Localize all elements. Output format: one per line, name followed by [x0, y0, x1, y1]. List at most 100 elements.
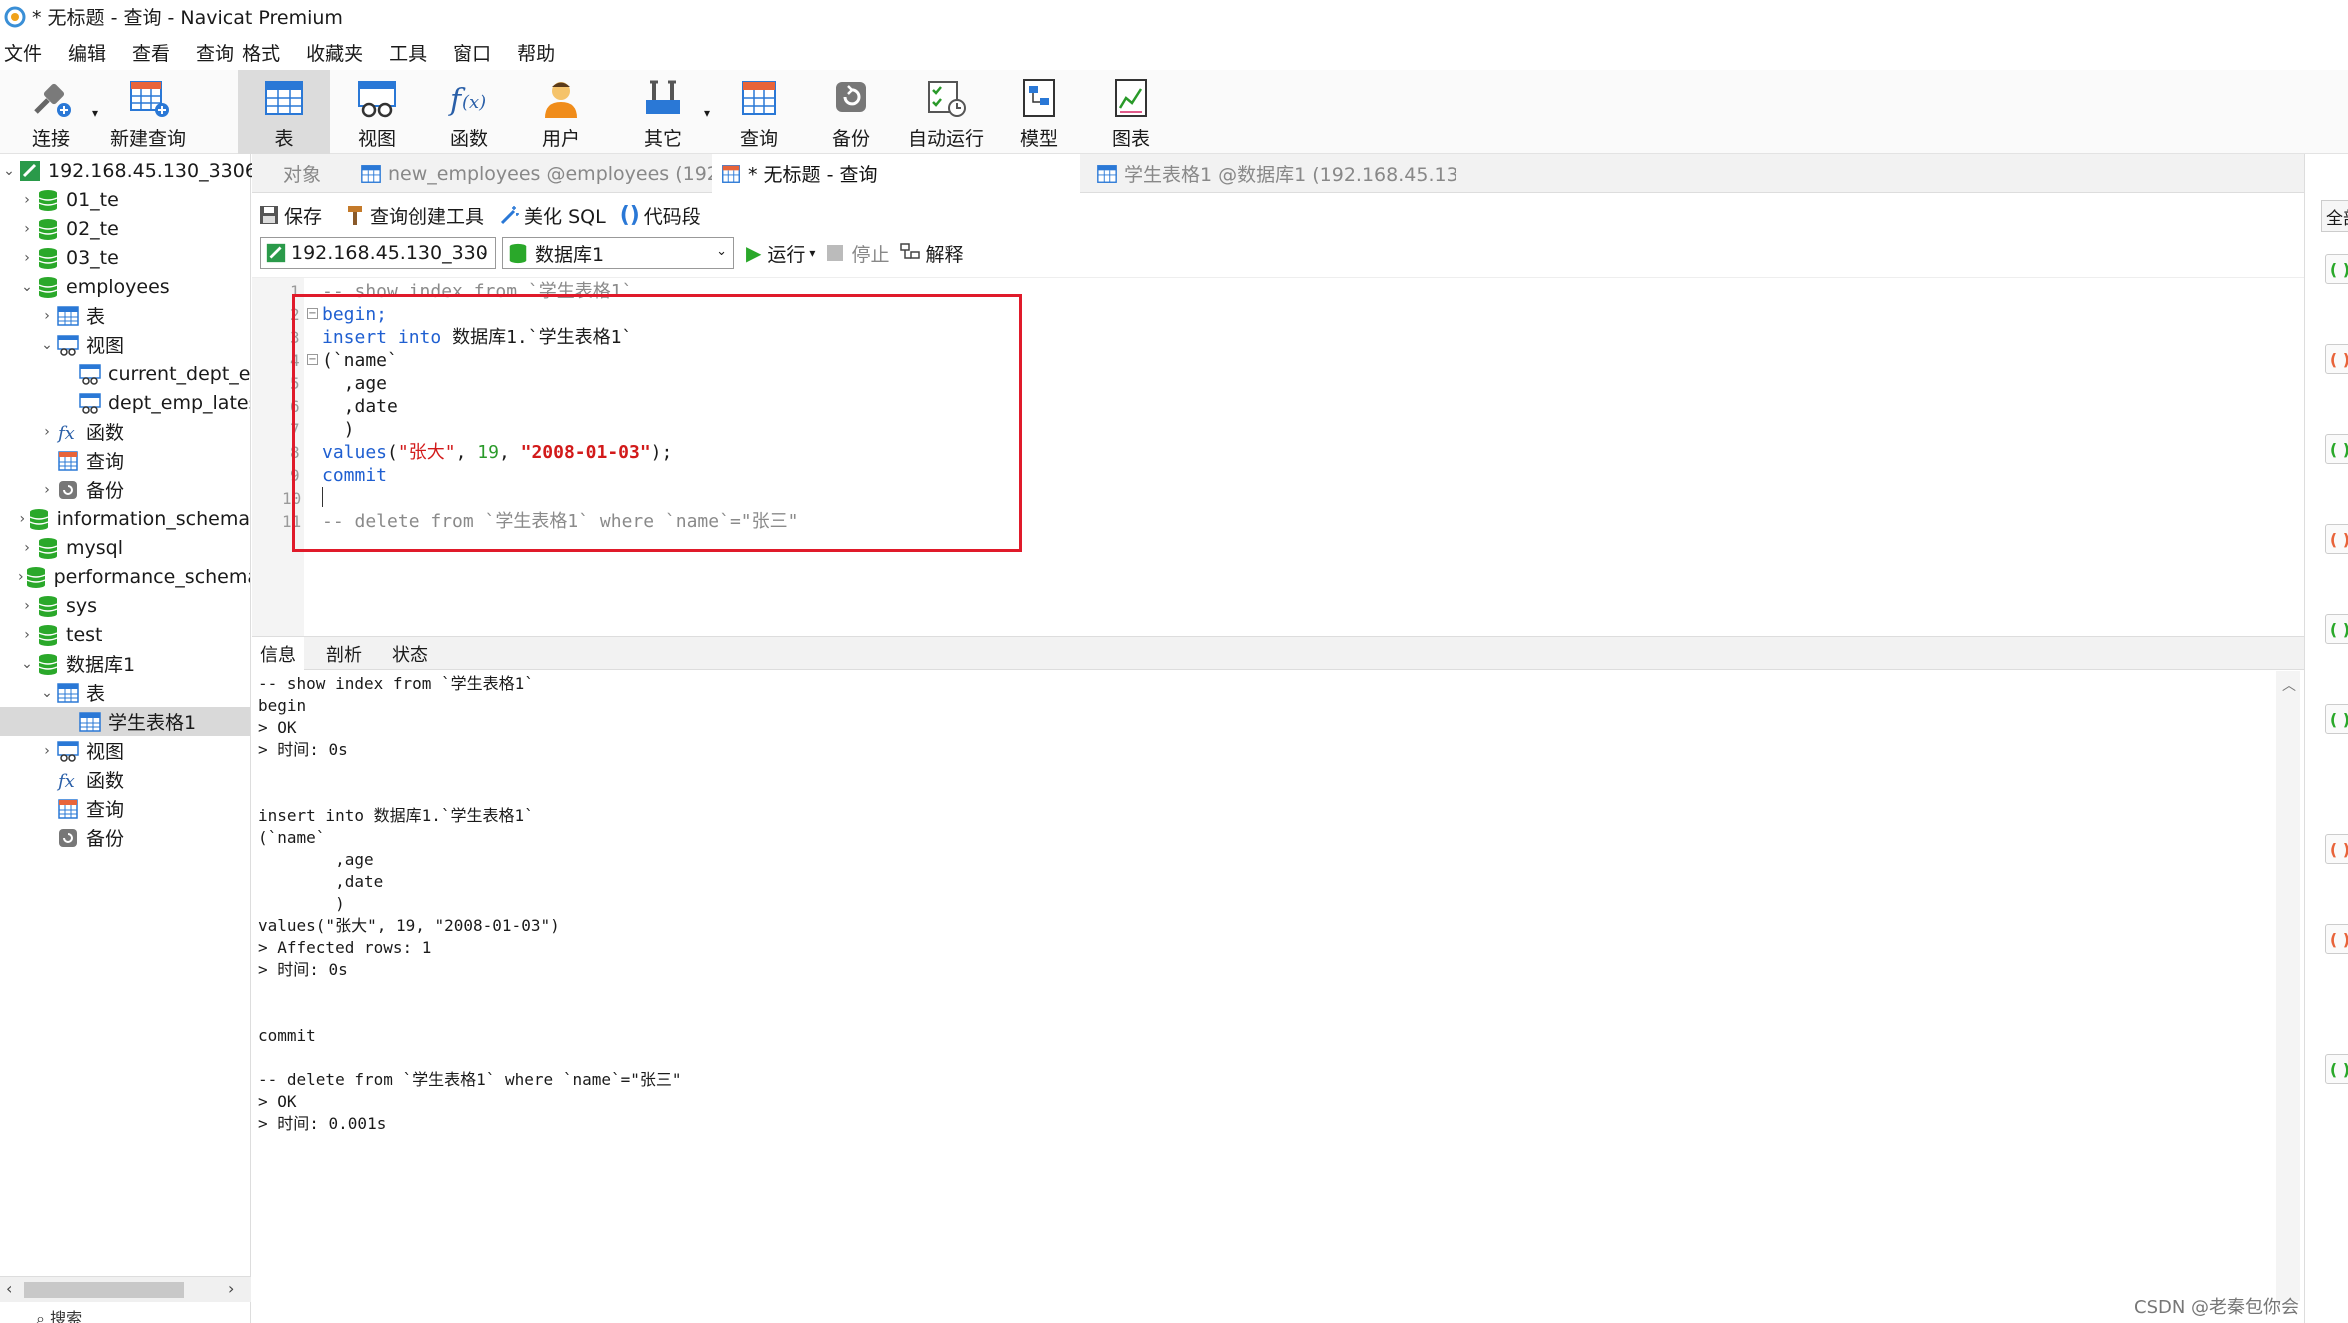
tab-new-employees[interactable]: new_employees @employees (192.1...: [352, 154, 712, 193]
snippet-item-icon[interactable]: ( ): [2325, 704, 2348, 734]
snippet-filter[interactable]: 全部: [2321, 200, 2348, 232]
tree-db-03-te[interactable]: › 03_te: [18, 243, 119, 272]
tree-employees-backups[interactable]: › 备份: [38, 475, 124, 504]
query-icon: [742, 81, 776, 115]
other-button[interactable]: 其它 ▾: [630, 70, 710, 154]
snippet-item-icon[interactable]: ( ): [2325, 344, 2348, 374]
snippet-item-icon[interactable]: ( ): [2325, 254, 2348, 284]
tree-db1-queries[interactable]: 查询: [38, 794, 124, 823]
user-button[interactable]: 用户: [528, 70, 594, 154]
tree-db1-views[interactable]: › 视图: [38, 736, 124, 765]
snippet-item-icon[interactable]: ( ): [2325, 1054, 2348, 1084]
tab-status[interactable]: 状态: [384, 637, 436, 671]
scroll-right-icon[interactable]: ›: [228, 1279, 234, 1298]
tree-db-database1[interactable]: ⌄ 数据库1: [18, 649, 135, 678]
chevron-right-icon[interactable]: ›: [18, 511, 27, 527]
snippet-item-icon[interactable]: ( ): [2325, 924, 2348, 954]
menu-format[interactable]: 格式: [242, 39, 280, 66]
chevron-right-icon[interactable]: ›: [18, 250, 36, 266]
tree-server-node[interactable]: ⌄ 192.168.45.130_3306: [0, 156, 257, 185]
tab-info[interactable]: 信息: [252, 637, 304, 671]
tree-db-information-schema[interactable]: › information_schema: [18, 504, 250, 533]
chevron-down-icon[interactable]: ⌄: [18, 279, 36, 295]
function-button[interactable]: f (x) 函数: [436, 70, 502, 154]
new-query-icon: [130, 81, 169, 117]
sidebar-search[interactable]: ⌕ 搜索: [0, 1305, 251, 1323]
output-vertical-scrollbar[interactable]: ︿: [2276, 671, 2300, 1301]
chevron-right-icon[interactable]: ›: [18, 598, 36, 614]
stop-button[interactable]: 停止: [827, 240, 889, 267]
tree-db-sys[interactable]: › sys: [18, 591, 97, 620]
backup-button[interactable]: 备份: [818, 70, 884, 154]
tab-student-table[interactable]: 学生表格1 @数据库1 (192.168.45.13...: [1088, 154, 1456, 193]
new-query-button[interactable]: 新建查询: [108, 70, 188, 154]
view-button[interactable]: 视图: [344, 70, 410, 154]
tree-db-test[interactable]: › test: [18, 620, 103, 649]
chevron-right-icon[interactable]: ›: [18, 627, 36, 643]
tree-employees-queries[interactable]: 查询: [38, 446, 124, 475]
tree-db-performance-schema[interactable]: › performance_schema: [18, 562, 250, 591]
tree-db1-functions[interactable]: fx 函数: [38, 765, 124, 794]
query-builder-button[interactable]: 查询创建工具: [334, 202, 484, 229]
run-button[interactable]: ▶ 运行 ▾: [746, 240, 815, 267]
scrollbar-thumb[interactable]: [24, 1282, 184, 1298]
tree-db1-tables[interactable]: ⌄ 表: [38, 678, 105, 707]
autorun-button[interactable]: 自动运行: [906, 70, 986, 154]
search-icon: ⌕: [36, 1309, 45, 1323]
tree-view-dept-emp-latest[interactable]: dept_emp_latest: [78, 388, 250, 417]
beautify-sql-button[interactable]: 美化 SQL: [496, 202, 606, 229]
tree-employees-tables[interactable]: › 表: [38, 301, 105, 330]
chevron-right-icon[interactable]: ›: [38, 308, 56, 324]
chevron-down-icon[interactable]: ⌄: [18, 656, 36, 672]
tree-view-current-dept-emp[interactable]: current_dept_emp: [78, 359, 250, 388]
table-button[interactable]: 表: [238, 70, 330, 154]
menu-query[interactable]: 查询: [196, 39, 234, 66]
view-icon: [57, 740, 79, 762]
database-icon: [38, 537, 58, 559]
menu-file[interactable]: 文件: [4, 39, 42, 66]
chevron-right-icon[interactable]: ›: [18, 540, 36, 556]
menu-view[interactable]: 查看: [132, 39, 170, 66]
menu-favorites[interactable]: 收藏夹: [306, 39, 363, 66]
explain-button[interactable]: 解释: [899, 240, 963, 267]
chevron-right-icon[interactable]: ›: [38, 482, 56, 498]
sidebar-horizontal-scrollbar[interactable]: ‹ ›: [0, 1276, 251, 1302]
connection-select[interactable]: 192.168.45.130_330 ⌄: [260, 237, 496, 269]
tab-profile[interactable]: 剖析: [318, 637, 370, 671]
snippet-item-icon[interactable]: ( ): [2325, 524, 2348, 554]
tree-table-student1[interactable]: 学生表格1: [0, 707, 250, 736]
chevron-right-icon[interactable]: ›: [18, 221, 36, 237]
tab-untitled-query[interactable]: * 无标题 - 查询: [712, 154, 1080, 193]
tree-db-employees[interactable]: ⌄ employees: [18, 272, 170, 301]
tab-objects[interactable]: 对象: [252, 154, 352, 193]
snippet-item-icon[interactable]: ( ): [2325, 614, 2348, 644]
menu-tools[interactable]: 工具: [389, 39, 427, 66]
chevron-right-icon[interactable]: ›: [38, 424, 56, 440]
tree-db1-backups[interactable]: 备份: [38, 823, 124, 852]
scroll-left-icon[interactable]: ‹: [6, 1279, 12, 1298]
tree-db-01-te[interactable]: › 01_te: [18, 185, 119, 214]
chevron-right-icon[interactable]: ›: [38, 743, 56, 759]
tree-db-02-te[interactable]: › 02_te: [18, 214, 119, 243]
chart-button[interactable]: 图表: [1098, 70, 1164, 154]
chevron-down-icon[interactable]: ⌄: [38, 337, 56, 353]
menu-edit[interactable]: 编辑: [68, 39, 106, 66]
database-select[interactable]: 数据库1 ⌄: [502, 237, 734, 269]
chevron-down-icon[interactable]: ⌄: [0, 163, 18, 179]
scroll-up-icon[interactable]: ︿: [2282, 675, 2296, 695]
chevron-down-icon[interactable]: ⌄: [38, 685, 56, 701]
model-button[interactable]: 模型: [1006, 70, 1072, 154]
save-button[interactable]: 保存: [252, 202, 322, 229]
snippet-item-icon[interactable]: ( ): [2325, 834, 2348, 864]
tree-employees-functions[interactable]: › fx 函数: [38, 417, 124, 446]
code-snippet-button[interactable]: () 代码段: [618, 202, 701, 229]
snippet-item-icon[interactable]: ( ): [2325, 434, 2348, 464]
menu-help[interactable]: 帮助: [517, 39, 555, 66]
database-icon: [38, 624, 58, 646]
tree-db-mysql[interactable]: › mysql: [18, 533, 123, 562]
query-button[interactable]: 查询: [726, 70, 792, 154]
menu-window[interactable]: 窗口: [453, 39, 491, 66]
tree-employees-views[interactable]: ⌄ 视图: [38, 330, 124, 359]
connect-button[interactable]: 连接 ▾: [18, 70, 98, 154]
chevron-right-icon[interactable]: ›: [18, 192, 36, 208]
